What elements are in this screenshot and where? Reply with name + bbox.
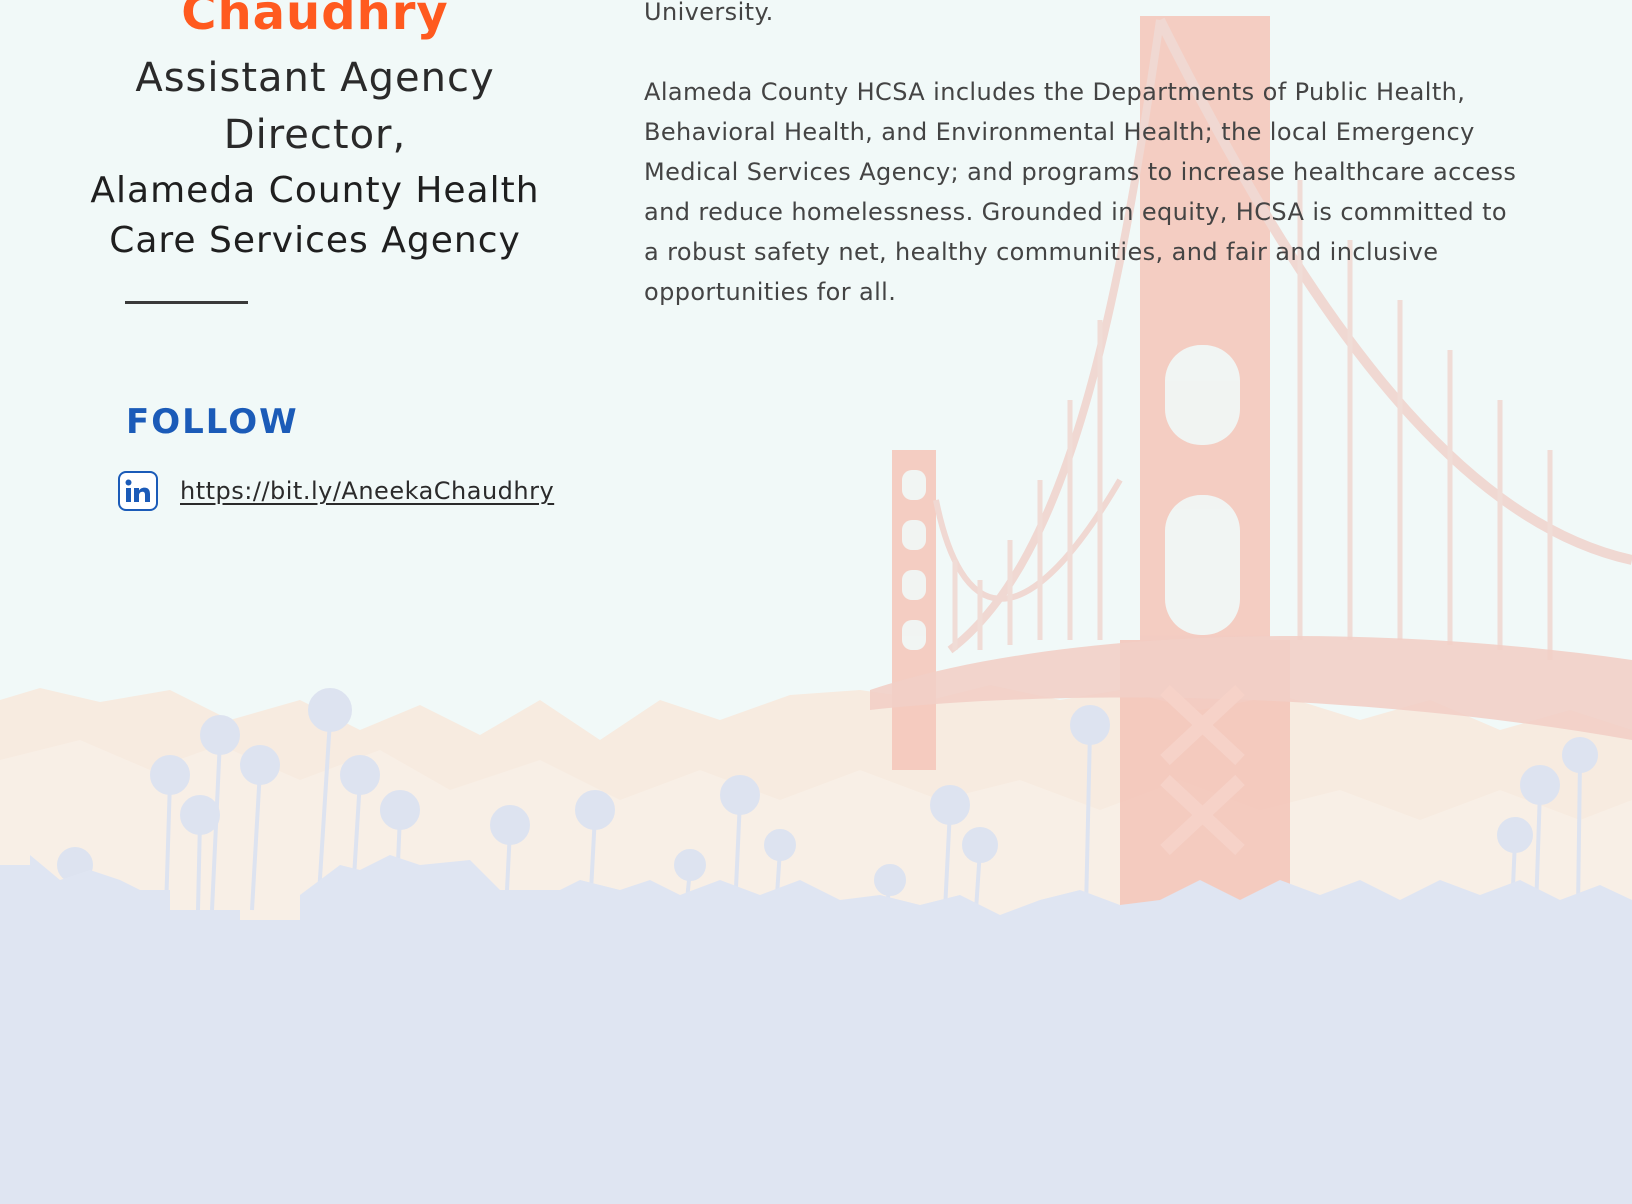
linkedin-icon[interactable] — [118, 471, 158, 511]
bio-paragraph: Alameda County HCSA includes the Departm… — [644, 78, 1517, 306]
linkedin-link[interactable]: https://bit.ly/AneekaChaudhry — [180, 477, 554, 505]
bio-section: University. Alameda County HCSA includes… — [644, 0, 1524, 352]
organization-name: Alameda County Health Care Services Agen… — [90, 170, 540, 261]
follow-heading: FOLLOW — [126, 402, 299, 442]
section-divider — [125, 301, 248, 304]
job-title: Assistant Agency Director, — [135, 55, 495, 158]
bio-fragment: University. — [644, 0, 774, 26]
person-name: Chaudhry — [181, 0, 449, 41]
social-links: https://bit.ly/AneekaChaudhry — [118, 471, 554, 511]
profile-card: Chaudhry Assistant Agency Director, Alam… — [60, 0, 570, 266]
